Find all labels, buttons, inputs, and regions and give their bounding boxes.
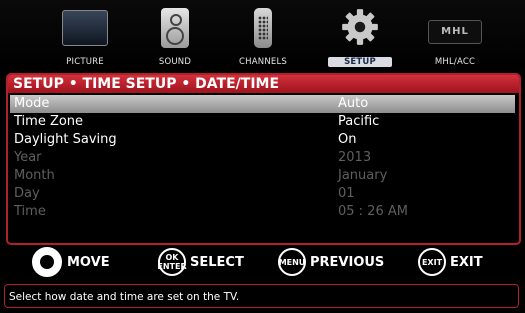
setting-value: 01 (338, 186, 355, 201)
tab-setup-label: SETUP (328, 57, 392, 67)
tab-channels-label: CHANNELS (239, 57, 287, 67)
mhl-logo-icon: MHL (428, 20, 482, 44)
tab-setup[interactable]: SETUP (320, 6, 400, 70)
tab-sound[interactable]: SOUND (140, 6, 210, 70)
setting-label: Year (14, 150, 42, 165)
hint-move-label: MOVE (67, 254, 110, 270)
setting-value: 05 : 26 AM (338, 204, 408, 219)
speaker-icon (161, 8, 189, 48)
remote-icon (254, 8, 272, 48)
dpad-icon (32, 247, 62, 277)
tab-sound-label: SOUND (158, 57, 192, 67)
setting-label: Month (14, 168, 55, 183)
setting-value: Auto (338, 96, 369, 111)
breadcrumb: SETUP • TIME SETUP • DATE/TIME (8, 75, 519, 93)
tab-channels[interactable]: CHANNELS (218, 6, 308, 70)
exit-button-icon: EXIT (418, 248, 446, 276)
tab-mhl-acc[interactable]: MHL MHL/ACC (410, 6, 500, 70)
gear-icon (342, 9, 378, 45)
setting-value: January (338, 168, 388, 183)
setting-label: Daylight Saving (14, 132, 117, 147)
setting-value: On (338, 132, 357, 147)
setting-row-month: Month January (10, 167, 515, 185)
setting-label: Mode (14, 96, 50, 111)
setting-label: Day (14, 186, 40, 201)
hint-exit: EXIT EXIT (418, 247, 483, 277)
date-time-panel: SETUP • TIME SETUP • DATE/TIME Mode Auto… (6, 73, 521, 245)
tab-mhl-acc-label: MHL/ACC (434, 57, 476, 67)
ok-enter-button-icon: OK ENTER (157, 248, 187, 276)
hint-previous-label: PREVIOUS (310, 254, 385, 270)
help-text: Select how date and time are set on the … (4, 284, 519, 308)
menu-button-icon: MENU (278, 248, 306, 276)
setting-value: 2013 (338, 150, 372, 165)
picture-icon (62, 10, 108, 46)
hint-exit-label: EXIT (450, 254, 483, 270)
setting-row-mode[interactable]: Mode Auto (10, 95, 515, 113)
tab-picture-label: PICTURE (66, 57, 104, 67)
setting-label: Time (14, 204, 46, 219)
tab-picture[interactable]: PICTURE (40, 6, 130, 70)
hint-previous: MENU PREVIOUS (278, 247, 384, 277)
setting-value: Pacific (338, 114, 380, 129)
hint-move: MOVE (32, 247, 110, 277)
setting-row-time-zone[interactable]: Time Zone Pacific (10, 113, 515, 131)
setting-row-daylight-saving[interactable]: Daylight Saving On (10, 131, 515, 149)
setting-row-year: Year 2013 (10, 149, 515, 167)
hint-select: OK ENTER SELECT (157, 247, 244, 277)
hint-select-label: SELECT (190, 254, 244, 270)
setting-row-day: Day 01 (10, 185, 515, 203)
setting-row-time: Time 05 : 26 AM (10, 203, 515, 221)
setting-label: Time Zone (14, 114, 84, 129)
top-menu-bar: PICTURE SOUND CHANNELS SETUP MHL MHL/ACC (0, 0, 525, 70)
